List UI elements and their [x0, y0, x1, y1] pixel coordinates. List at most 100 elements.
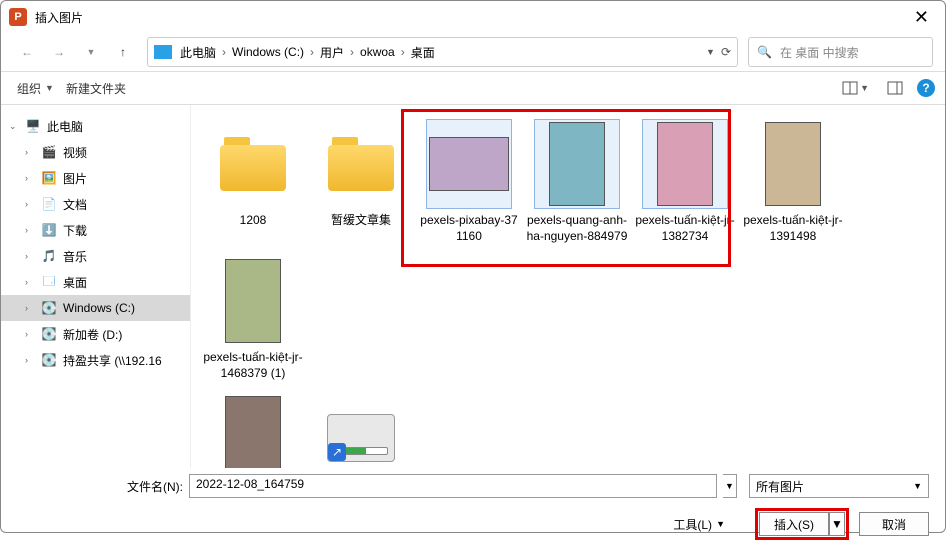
thumbnail — [210, 393, 296, 468]
chevron-right-icon: › — [310, 45, 314, 59]
tools-button[interactable]: 工具(L)▼ — [673, 516, 725, 533]
filename-label: 文件名(N): — [127, 478, 183, 495]
preview-pane-button[interactable] — [883, 79, 907, 97]
close-icon[interactable]: ✕ — [906, 7, 937, 28]
filter-dropdown[interactable]: 所有图片▼ — [749, 474, 929, 498]
new-folder-button[interactable]: 新建文件夹 — [60, 76, 132, 101]
sidebar-item-label: 下载 — [63, 222, 87, 239]
file-item[interactable]: 暂缓文章集 — [307, 115, 415, 252]
sidebar-item[interactable]: ›💽持盈共享 (\\192.16 — [1, 347, 190, 373]
file-label: 暂缓文章集 — [331, 213, 391, 229]
breadcrumb-item[interactable]: Windows (C:) — [232, 45, 304, 59]
cancel-button[interactable]: 取消 — [859, 512, 929, 536]
expand-icon[interactable]: › — [25, 173, 35, 183]
chevron-down-icon[interactable]: ▼ — [706, 47, 715, 57]
expand-icon[interactable]: › — [25, 199, 35, 209]
back-button[interactable]: ← — [13, 38, 41, 66]
expand-icon[interactable]: › — [25, 277, 35, 287]
thumbnail — [318, 119, 404, 209]
thumbnail — [534, 119, 620, 209]
app-icon: P — [9, 8, 27, 26]
file-item[interactable]: pexels-tuấn-kiệt-jr-1391498 — [739, 115, 847, 252]
search-icon: 🔍 — [757, 45, 772, 59]
help-icon[interactable]: ? — [917, 79, 935, 97]
folder-icon — [220, 137, 286, 191]
folder-icon — [328, 137, 394, 191]
expand-icon[interactable]: › — [25, 147, 35, 157]
sidebar-item[interactable]: › ⬇️ 下载 — [1, 217, 190, 243]
docs-icon: 📄 — [41, 196, 57, 212]
file-label: pexels-quang-anh-ha-nguyen-884979 — [525, 213, 629, 244]
sidebar-item-label: 此电脑 — [47, 118, 83, 135]
pictures-icon: 🖼️ — [41, 170, 57, 186]
file-label: pexels-tuấn-kiệt-jr-1468379 (1) — [201, 350, 305, 381]
down-icon: ⬇️ — [41, 222, 57, 238]
file-item[interactable]: 1208 — [199, 115, 307, 252]
refresh-icon[interactable]: ⟳ — [721, 45, 731, 59]
highlight-box: 插入(S) ▼ — [755, 508, 849, 540]
insert-dropdown[interactable]: ▼ — [829, 512, 845, 536]
sidebar-item[interactable]: › 💽 新加卷 (D:) — [1, 321, 190, 347]
photo-thumb — [549, 122, 605, 206]
chevron-right-icon: › — [401, 45, 405, 59]
recent-dropdown[interactable]: ▼ — [77, 38, 105, 66]
chevron-right-icon: › — [350, 45, 354, 59]
file-label: pexels-tuấn-kiệt-jr-1391498 — [741, 213, 845, 244]
file-label: pexels-pixabay-371160 — [417, 213, 521, 244]
file-item[interactable]: pexels-pixabay-371160 — [415, 115, 523, 252]
sidebar-item[interactable]: ⌄ 🖥️ 此电脑 — [1, 113, 190, 139]
sidebar-item-label: 图片 — [63, 170, 87, 187]
search-input[interactable]: 🔍 在 桌面 中搜索 — [748, 37, 933, 67]
file-item[interactable]: pexels-tuấn-kiệt-jr-1382734 — [631, 115, 739, 252]
sidebar-item-label: 桌面 — [63, 274, 87, 291]
thumbnail — [642, 119, 728, 209]
sidebar-item[interactable]: ›📄文档 — [1, 191, 190, 217]
desktop-icon: 🗔 — [41, 274, 57, 290]
drive-icon: 💽 — [41, 326, 57, 342]
expand-icon[interactable]: › — [25, 251, 35, 261]
thumbnail — [210, 119, 296, 209]
dialog-title: 插入图片 — [35, 9, 906, 26]
file-item[interactable]: pexels-tuấn-kiệt-jr-1468379 (1) — [199, 252, 307, 389]
organize-button[interactable]: 组织▼ — [11, 76, 60, 101]
filename-input[interactable]: 2022-12-08_164759 — [189, 474, 717, 498]
sidebar-item-label: 新加卷 (D:) — [63, 326, 122, 343]
sidebar-item[interactable]: ›🎵音乐 — [1, 243, 190, 269]
up-button[interactable]: ↑ — [109, 38, 137, 66]
thumbnail — [750, 119, 836, 209]
photo-thumb — [429, 137, 509, 191]
expand-icon[interactable]: › — [25, 303, 35, 313]
expand-icon[interactable]: › — [25, 355, 35, 365]
breadcrumb-item[interactable]: 此电脑 — [180, 44, 216, 61]
breadcrumb-item[interactable]: 用户 — [320, 44, 344, 61]
thumbnail — [426, 119, 512, 209]
insert-button[interactable]: 插入(S) — [759, 512, 829, 536]
chevron-right-icon: › — [222, 45, 226, 59]
sidebar-item[interactable]: ›💽Windows (C:) — [1, 295, 190, 321]
photo-thumb — [765, 122, 821, 206]
address-bar[interactable]: 此电脑 › Windows (C:) › 用户 › okwoa › 桌面 ▼ ⟳ — [147, 37, 738, 67]
breadcrumb-item[interactable]: 桌面 — [411, 44, 435, 61]
pc-icon: 🖥️ — [25, 118, 41, 134]
thumbnail — [210, 256, 296, 346]
sidebar-item[interactable]: ›🎬视频 — [1, 139, 190, 165]
view-mode-button[interactable]: ▼ — [838, 79, 873, 97]
netdrive-icon: 💽 — [41, 352, 57, 368]
file-item[interactable]: pexels-quang-anh-ha-nguyen-884979 — [523, 115, 631, 252]
photo-thumb — [225, 259, 281, 343]
photo-thumb — [225, 396, 281, 468]
forward-button[interactable]: → — [45, 38, 73, 66]
filename-history-dropdown[interactable]: ▼ — [723, 474, 737, 498]
expand-icon[interactable]: › — [25, 329, 35, 339]
sidebar-item[interactable]: › 🗔 桌面 — [1, 269, 190, 295]
breadcrumb-item[interactable]: okwoa — [360, 45, 395, 59]
expand-icon[interactable]: ⌄ — [9, 121, 19, 132]
sidebar-item[interactable]: › 🖼️ 图片 — [1, 165, 190, 191]
search-placeholder: 在 桌面 中搜索 — [780, 44, 859, 61]
file-item[interactable]: yuliia-tretynychenko-cHf0rOR2ZYg-unsplas… — [199, 389, 307, 468]
drive-icon — [154, 45, 172, 59]
file-grid[interactable]: 1208 暂缓文章集 pexels-pixabay-371160pexels-qua… — [191, 105, 945, 468]
expand-icon[interactable]: › — [25, 225, 35, 235]
sidebar-item-label: Windows (C:) — [63, 301, 135, 315]
file-item[interactable]: ↗持盈共享 (192.168.0.168) (Z) - 快捷方式 — [307, 389, 415, 468]
